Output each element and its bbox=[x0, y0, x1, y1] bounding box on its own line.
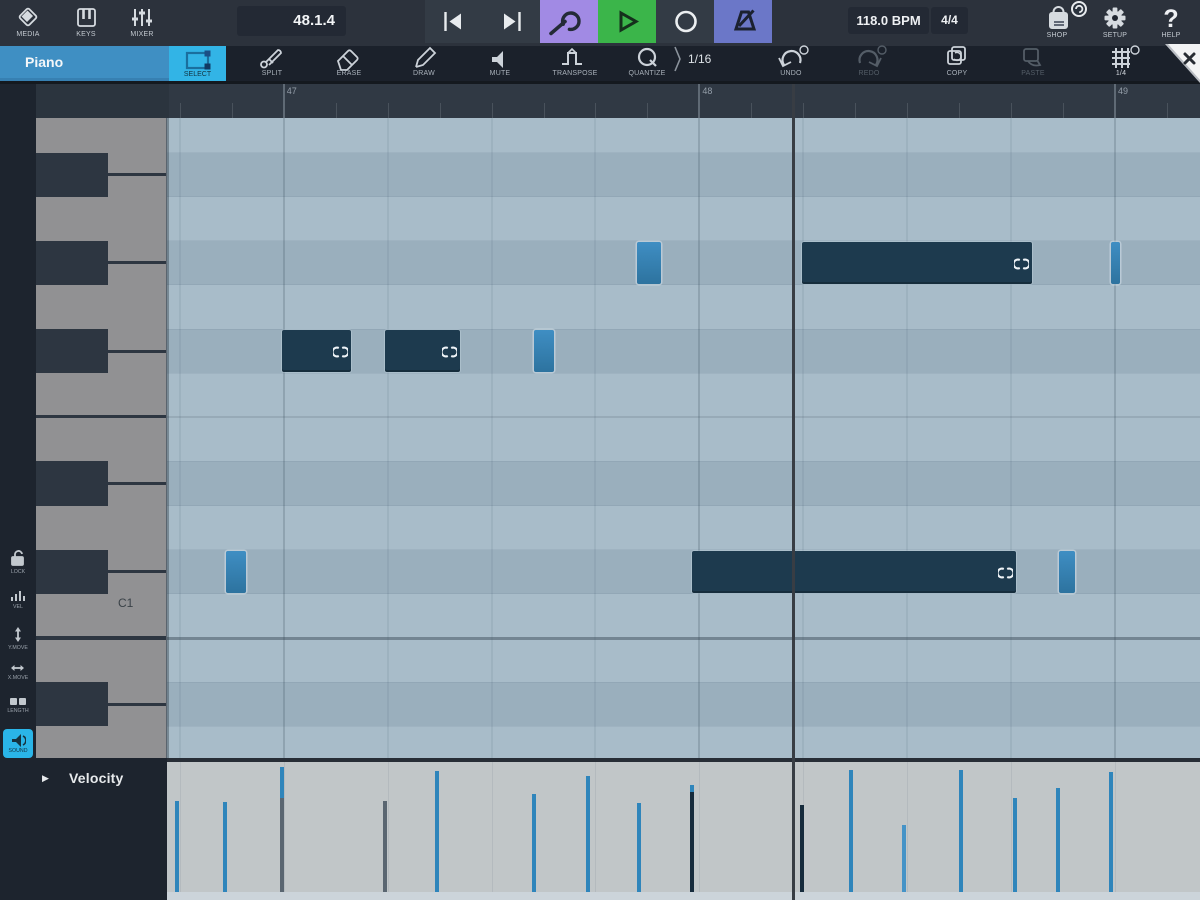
svg-text:?: ? bbox=[1163, 5, 1178, 33]
svg-text:1/16: 1/16 bbox=[688, 52, 712, 66]
